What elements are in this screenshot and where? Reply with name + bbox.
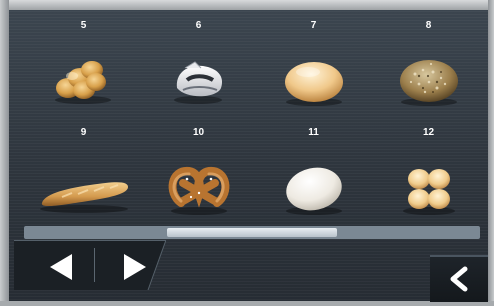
bezel-top: [0, 0, 494, 10]
product-tile-8[interactable]: 8: [371, 14, 486, 114]
product-number: 5: [80, 20, 87, 31]
next-page-button[interactable]: [100, 248, 170, 286]
product-grid: 5 6 7 8 9 10 11 12: [18, 14, 478, 226]
product-number: 9: [80, 127, 87, 138]
product-tile-9[interactable]: 9: [26, 121, 141, 221]
product-tile-6[interactable]: 6: [141, 14, 256, 114]
scrollbar-thumb[interactable]: [167, 228, 337, 237]
product-number: 7: [310, 20, 317, 31]
pretzel-icon: [168, 167, 230, 215]
seeded-roll-icon: [400, 60, 458, 106]
product-tile-10[interactable]: 10: [141, 121, 256, 221]
wrapped-pastry-icon: [174, 61, 223, 104]
braided-roll-icon: [55, 61, 111, 104]
back-button[interactable]: [430, 255, 488, 302]
product-number: 10: [192, 127, 205, 138]
product-tile-11[interactable]: 11: [256, 121, 371, 221]
four-part-roll-icon: [403, 169, 455, 215]
left-arrow-icon: [50, 254, 72, 280]
bezel-left: [0, 0, 9, 306]
bezel-right: [488, 0, 494, 306]
bezel-bottom: [0, 301, 494, 306]
screen: 5 6 7 8 9 10 11 12: [0, 0, 494, 306]
white-roll-icon: [286, 167, 342, 215]
bread-roll-icon: [285, 62, 343, 106]
product-number: 11: [308, 127, 319, 138]
right-arrow-icon: [124, 254, 146, 280]
product-tile-5[interactable]: 5: [26, 14, 141, 114]
product-number: 6: [195, 20, 202, 31]
product-tile-7[interactable]: 7: [256, 14, 371, 114]
product-tile-12[interactable]: 12: [371, 121, 486, 221]
page-navigation: [14, 240, 166, 290]
back-chevron-icon: [450, 266, 468, 292]
product-number: 8: [425, 20, 432, 31]
horizontal-scrollbar[interactable]: [24, 226, 480, 239]
product-number: 12: [422, 127, 435, 138]
baguette-icon: [40, 182, 128, 213]
previous-page-button[interactable]: [26, 248, 96, 286]
